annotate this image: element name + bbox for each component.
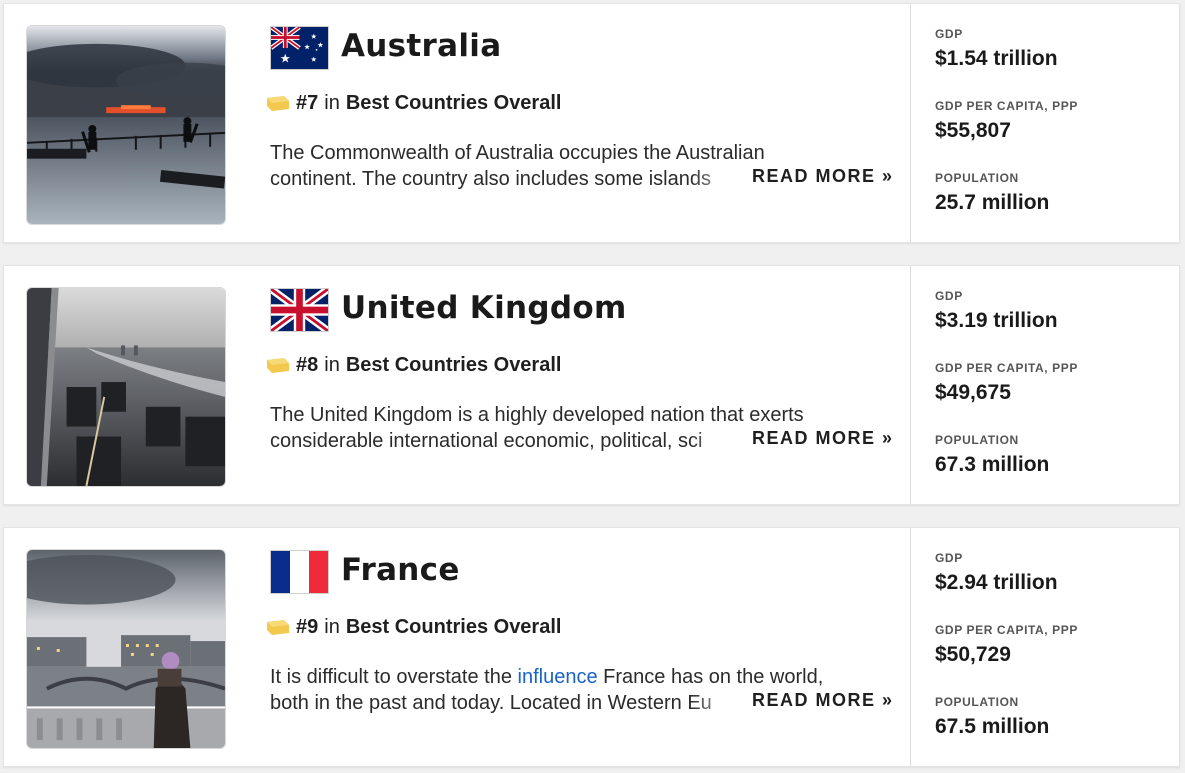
country-photo-australia[interactable]: [26, 25, 226, 225]
ranking-badge-icon: [266, 618, 290, 636]
gdp-per-capita-value: $55,807: [935, 119, 1011, 142]
rank-in-text: in: [324, 91, 340, 114]
description-line: continent. The country also includes som…: [270, 168, 711, 190]
population-label: POPULATION: [935, 433, 1019, 447]
population-label: POPULATION: [935, 695, 1019, 709]
description-line: The United Kingdom is a highly developed…: [270, 404, 804, 426]
read-more-link[interactable]: READ MORE »: [752, 166, 894, 187]
gdp-per-capita-value: $49,675: [935, 381, 1011, 404]
australia-flag-icon: [270, 26, 329, 70]
country-photo-france[interactable]: [26, 549, 226, 749]
rank-row: #9 in Best Countries Overall: [266, 614, 561, 640]
rank-number: #8: [296, 353, 319, 376]
read-more-link[interactable]: READ MORE »: [752, 428, 894, 449]
rank-number: #7: [296, 91, 319, 114]
united-kingdom-flag-icon: [270, 288, 329, 332]
rank-in-text: in: [324, 353, 340, 376]
country-card-australia: Australia #7 in Best Countries Overall T…: [3, 3, 1180, 243]
country-list: Australia #7 in Best Countries Overall T…: [0, 0, 1185, 773]
country-name[interactable]: France: [341, 552, 460, 588]
country-name[interactable]: United Kingdom: [341, 290, 627, 326]
rank-number: #9: [296, 615, 319, 638]
country-card-france: France #9 in Best Countries Overall It i…: [3, 527, 1180, 767]
gdp-per-capita-label: GDP PER CAPITA, PPP: [935, 623, 1078, 637]
gdp-label: GDP: [935, 27, 963, 41]
country-name[interactable]: Australia: [341, 28, 501, 64]
gdp-value: $2.94 trillion: [935, 571, 1058, 594]
gdp-per-capita-label: GDP PER CAPITA, PPP: [935, 99, 1078, 113]
gdp-label: GDP: [935, 551, 963, 565]
population-value: 67.5 million: [935, 715, 1050, 738]
country-stats: GDP $2.94 trillion GDP PER CAPITA, PPP $…: [910, 528, 1180, 766]
ranking-category-link[interactable]: Best Countries Overall: [346, 354, 562, 377]
ranking-badge-icon: [266, 94, 290, 112]
country-photo-united-kingdom[interactable]: [26, 287, 226, 487]
population-label: POPULATION: [935, 171, 1019, 185]
gdp-label: GDP: [935, 289, 963, 303]
country-stats: GDP $1.54 trillion GDP PER CAPITA, PPP $…: [910, 4, 1180, 242]
ranking-badge-icon: [266, 356, 290, 374]
population-value: 25.7 million: [935, 191, 1050, 214]
rank-row: #8 in Best Countries Overall: [266, 352, 561, 378]
description-line: The Commonwealth of Australia occupies t…: [270, 142, 765, 164]
description-text: It is difficult to overstate the: [270, 666, 518, 688]
rank-row: #7 in Best Countries Overall: [266, 90, 561, 116]
description-line: It is difficult to overstate the influen…: [270, 664, 870, 690]
description-line: considerable international economic, pol…: [270, 430, 703, 452]
gdp-per-capita-value: $50,729: [935, 643, 1011, 666]
rank-in-text: in: [324, 615, 340, 638]
ranking-category-link[interactable]: Best Countries Overall: [346, 92, 562, 115]
country-stats: GDP $3.19 trillion GDP PER CAPITA, PPP $…: [910, 266, 1180, 504]
description-text: France has on the world,: [597, 666, 824, 688]
influence-link[interactable]: influence: [518, 666, 598, 688]
gdp-value: $1.54 trillion: [935, 47, 1058, 70]
ranking-category-link[interactable]: Best Countries Overall: [346, 616, 562, 639]
gdp-value: $3.19 trillion: [935, 309, 1058, 332]
country-card-united-kingdom: United Kingdom #8 in Best Countries Over…: [3, 265, 1180, 505]
description-line: both in the past and today. Located in W…: [270, 692, 712, 714]
gdp-per-capita-label: GDP PER CAPITA, PPP: [935, 361, 1078, 375]
france-flag-icon: [270, 550, 329, 594]
population-value: 67.3 million: [935, 453, 1050, 476]
read-more-link[interactable]: READ MORE »: [752, 690, 894, 711]
